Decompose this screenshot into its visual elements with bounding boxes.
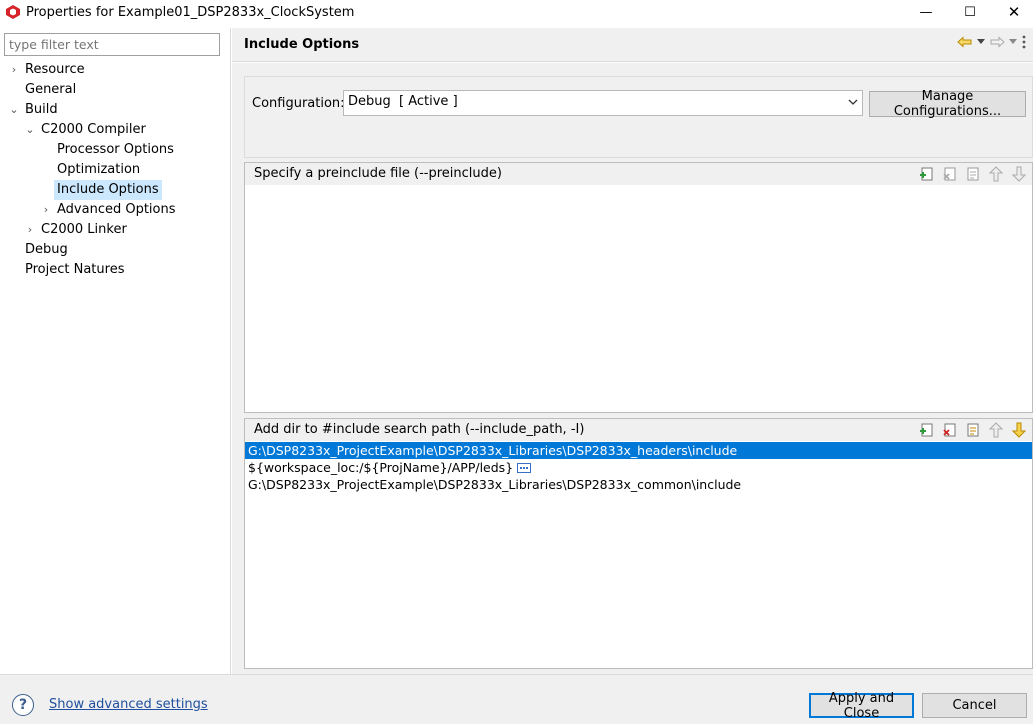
tree-item-project-natures[interactable]: Project Natures	[0, 260, 231, 280]
tree-item-advanced-options[interactable]: › Advanced Options	[0, 200, 231, 220]
list-item[interactable]: ${workspace_loc:/${ProjName}/APP/leds}	[245, 459, 1032, 476]
preinclude-panel: Specify a preinclude file (--preinclude)	[244, 162, 1033, 413]
manage-configurations-button[interactable]: Manage Configurations...	[869, 89, 1026, 119]
tree-item-label: Optimization	[57, 162, 141, 177]
edit-icon[interactable]	[964, 421, 982, 439]
tree-item-processor-options[interactable]: Processor Options	[0, 140, 231, 160]
back-arrow-icon[interactable]	[957, 36, 973, 48]
tree-item-label: C2000 Compiler	[41, 122, 146, 137]
chevron-down-icon	[848, 96, 858, 109]
filter-input[interactable]	[4, 33, 220, 56]
tree-item-label: Build	[25, 102, 58, 117]
tree-item-label: General	[25, 82, 77, 97]
help-icon[interactable]: ?	[12, 694, 34, 716]
tree-item-label: Advanced Options	[57, 202, 176, 217]
ellipsis-icon	[517, 462, 532, 473]
forward-dropdown-icon[interactable]	[1009, 39, 1017, 45]
title-bar: Properties for Example01_DSP2833x_ClockS…	[0, 0, 1033, 24]
include-path-panel: Add dir to #include search path (--inclu…	[244, 418, 1033, 669]
include-path-text: ${workspace_loc:/${ProjName}/APP/leds}	[248, 460, 514, 475]
move-up-icon[interactable]	[987, 421, 1005, 439]
configuration-select[interactable]: Debug [ Active ]	[343, 90, 863, 116]
tree-item-optimization[interactable]: Optimization	[0, 160, 231, 180]
chevron-down-icon[interactable]: ⌄	[9, 100, 19, 120]
navigation-toolbar	[957, 35, 1027, 49]
page-title: Include Options	[244, 37, 360, 52]
add-icon[interactable]	[918, 421, 936, 439]
include-path-text: G:\DSP8233x_ProjectExample\DSP2833x_Libr…	[248, 443, 738, 458]
include-path-text: G:\DSP8233x_ProjectExample\DSP2833x_Libr…	[248, 477, 742, 492]
include-path-list[interactable]: G:\DSP8233x_ProjectExample\DSP2833x_Libr…	[245, 442, 1032, 493]
chevron-right-icon[interactable]: ›	[25, 220, 35, 240]
include-path-panel-title: Add dir to #include search path (--inclu…	[254, 422, 585, 437]
tree-item-label: Processor Options	[57, 142, 174, 157]
cancel-button[interactable]: Cancel	[922, 693, 1027, 718]
tree-item-c2000-linker[interactable]: › C2000 Linker	[0, 220, 231, 240]
chevron-right-icon[interactable]: ›	[9, 60, 19, 80]
tree-item-label: Project Natures	[25, 262, 125, 277]
preinclude-panel-title: Specify a preinclude file (--preinclude)	[254, 166, 502, 181]
include-path-panel-header: Add dir to #include search path (--inclu…	[245, 419, 1032, 441]
page-body: Configuration: Debug [ Active ] Manage C…	[232, 63, 1033, 674]
tree-item-general[interactable]: General	[0, 80, 231, 100]
tree-item-label: C2000 Linker	[41, 222, 127, 237]
left-pane: › Resource General ⌄ Build ⌄ C2000 Compi…	[0, 28, 231, 674]
move-down-icon[interactable]	[1010, 421, 1028, 439]
preinclude-toolbar	[918, 165, 1028, 183]
chevron-down-icon[interactable]: ⌄	[25, 120, 35, 140]
show-advanced-settings-link[interactable]: Show advanced settings	[49, 697, 208, 712]
back-dropdown-icon[interactable]	[977, 39, 985, 45]
tree-item-debug[interactable]: Debug	[0, 240, 231, 260]
window-title: Properties for Example01_DSP2833x_ClockS…	[26, 4, 355, 20]
view-menu-icon[interactable]	[1021, 35, 1027, 49]
move-up-icon[interactable]	[987, 165, 1005, 183]
tree-item-c2000-compiler[interactable]: ⌄ C2000 Compiler	[0, 120, 231, 140]
list-item[interactable]: G:\DSP8233x_ProjectExample\DSP2833x_Libr…	[245, 476, 1032, 493]
minimize-button[interactable]: —	[903, 0, 949, 24]
move-down-icon[interactable]	[1010, 165, 1028, 183]
close-button[interactable]: ✕	[991, 0, 1033, 24]
property-tree: › Resource General ⌄ Build ⌄ C2000 Compi…	[0, 60, 231, 280]
list-item[interactable]: G:\DSP8233x_ProjectExample\DSP2833x_Libr…	[245, 442, 1032, 459]
tree-item-include-options[interactable]: Include Options	[0, 180, 231, 200]
tree-item-label: Resource	[25, 62, 85, 77]
page-header: Include Options	[232, 28, 1033, 62]
preinclude-panel-header: Specify a preinclude file (--preinclude)	[245, 163, 1032, 185]
apply-and-close-button[interactable]: Apply and Close	[809, 691, 914, 721]
add-icon[interactable]	[918, 165, 936, 183]
maximize-button[interactable]: ☐	[947, 0, 993, 24]
tree-item-resource[interactable]: › Resource	[0, 60, 231, 80]
configuration-label: Configuration:	[252, 96, 345, 111]
dialog-footer: ? Show advanced settings Apply and Close…	[0, 674, 1033, 724]
tree-item-label: Debug	[25, 242, 68, 257]
configuration-value: Debug [ Active ]	[348, 94, 458, 109]
delete-icon[interactable]	[941, 165, 959, 183]
app-icon	[6, 5, 20, 19]
include-path-toolbar	[918, 421, 1028, 439]
edit-icon[interactable]	[964, 165, 982, 183]
tree-item-build[interactable]: ⌄ Build	[0, 100, 231, 120]
delete-icon[interactable]	[941, 421, 959, 439]
forward-arrow-icon[interactable]	[989, 36, 1005, 48]
chevron-right-icon[interactable]: ›	[41, 200, 51, 220]
tree-item-label: Include Options	[54, 180, 162, 200]
configuration-group: Configuration: Debug [ Active ] Manage C…	[244, 76, 1033, 158]
